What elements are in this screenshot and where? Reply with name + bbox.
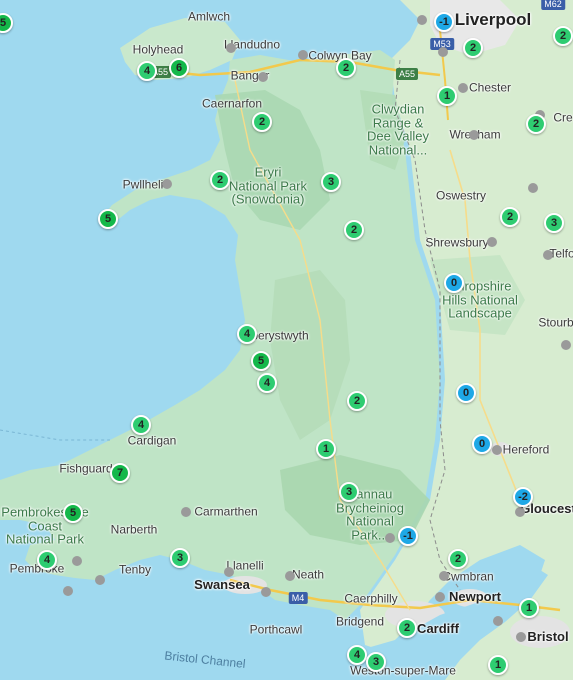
location-dot[interactable] xyxy=(435,592,445,602)
place-label-cardiff[interactable]: Cardiff xyxy=(417,622,459,636)
map-marker-liverpool[interactable]: -1 xyxy=(434,12,454,32)
place-label-caernarfon[interactable]: Caernarfon xyxy=(202,98,262,111)
place-label-weston[interactable]: Weston-super-Mare xyxy=(350,665,456,678)
place-label-holyhead[interactable]: Holyhead xyxy=(133,44,184,57)
map-marker-wirral[interactable]: 2 xyxy=(463,38,483,58)
map-marker-bala[interactable]: 2 xyxy=(344,220,364,240)
road-shield-m4: M4 xyxy=(288,592,308,604)
map-marker-bannau[interactable]: 3 xyxy=(339,482,359,502)
place-label-pembroke[interactable]: Pembroke xyxy=(10,563,65,576)
map-marker-chepstow[interactable]: 1 xyxy=(519,598,539,618)
location-dot[interactable] xyxy=(72,556,82,566)
map-marker-shrop-a[interactable]: 2 xyxy=(500,207,520,227)
location-dot[interactable] xyxy=(261,587,271,597)
map-marker-shropshire[interactable]: 0 xyxy=(444,273,464,293)
location-dot[interactable] xyxy=(181,507,191,517)
map-marker-chester[interactable]: 1 xyxy=(437,86,457,106)
map-marker-somerset[interactable]: 1 xyxy=(488,655,508,675)
map-marker-gower[interactable]: 3 xyxy=(170,548,190,568)
map-marker-pembs[interactable]: 5 xyxy=(63,503,83,523)
map-marker-builth[interactable]: 1 xyxy=(316,439,336,459)
map-marker-weston-a[interactable]: 4 xyxy=(347,645,367,665)
place-label-pwllheli[interactable]: Pwllheli xyxy=(123,179,164,192)
map-marker-ludlow[interactable]: 0 xyxy=(456,383,476,403)
location-dot[interactable] xyxy=(493,616,503,626)
location-dot[interactable] xyxy=(162,179,172,189)
place-label-fishguard[interactable]: Fishguard xyxy=(59,463,112,476)
map-marker-aber[interactable]: 4 xyxy=(237,324,257,344)
place-label-swansea[interactable]: Swansea xyxy=(194,578,250,592)
place-label-porthcawl[interactable]: Porthcawl xyxy=(250,624,303,637)
location-dot[interactable] xyxy=(385,533,395,543)
map-marker-gloucester[interactable]: -2 xyxy=(513,487,533,507)
location-dot[interactable] xyxy=(95,575,105,585)
map-marker-hereford[interactable]: 0 xyxy=(472,434,492,454)
map-marker-crewe[interactable]: 2 xyxy=(526,114,546,134)
location-dot[interactable] xyxy=(561,340,571,350)
place-label-tenby[interactable]: Tenby xyxy=(119,564,151,577)
map-marker-ne-edge[interactable]: 2 xyxy=(553,26,573,46)
place-label-chester[interactable]: Chester xyxy=(469,82,511,95)
place-label-neath[interactable]: Neath xyxy=(292,569,324,582)
location-dot[interactable] xyxy=(458,83,468,93)
location-dot[interactable] xyxy=(515,507,525,517)
location-dot[interactable] xyxy=(63,586,73,596)
location-dot[interactable] xyxy=(224,567,234,577)
location-dot[interactable] xyxy=(516,632,526,642)
road-shield-a55: A55 xyxy=(395,68,419,80)
place-label-stourb[interactable]: Stourb xyxy=(538,317,573,330)
map-marker-eryri[interactable]: 3 xyxy=(321,172,341,192)
place-label-narberth[interactable]: Narberth xyxy=(111,524,158,537)
map-marker-aber-b[interactable]: 5 xyxy=(251,351,271,371)
location-dot[interactable] xyxy=(492,445,502,455)
map-marker-aber-c[interactable]: 4 xyxy=(257,373,277,393)
location-dot[interactable] xyxy=(439,571,449,581)
location-dot[interactable] xyxy=(417,15,427,25)
location-dot[interactable] xyxy=(285,571,295,581)
place-label-newport[interactable]: Newport xyxy=(449,590,501,604)
place-label-liverpool[interactable]: Liverpool xyxy=(455,11,532,29)
map-marker-cwmbran[interactable]: 2 xyxy=(448,549,468,569)
location-dot[interactable] xyxy=(298,50,308,60)
map-marker-rhayader[interactable]: 2 xyxy=(347,391,367,411)
place-label-bristol[interactable]: Bristol xyxy=(527,630,568,644)
place-label-cwmbran[interactable]: Cwmbran xyxy=(442,571,493,584)
place-label-bridgend[interactable]: Bridgend xyxy=(336,616,384,629)
location-dot[interactable] xyxy=(528,183,538,193)
place-label-oswestry[interactable]: Oswestry xyxy=(436,190,486,203)
map-marker-weston-b[interactable]: 3 xyxy=(366,652,386,672)
location-dot[interactable] xyxy=(226,43,236,53)
map-marker-snowdon[interactable]: 2 xyxy=(252,112,272,132)
map-view[interactable]: Amlwch Holyhead Llandudno Colwyn Bay Liverpo… xyxy=(0,0,573,680)
map-marker-cardigan[interactable]: 4 xyxy=(131,415,151,435)
location-dot[interactable] xyxy=(258,72,268,82)
place-label-shrewsbury[interactable]: Shrewsbury xyxy=(425,237,488,250)
map-marker-holyhead-b[interactable]: 6 xyxy=(169,58,189,78)
place-label-eryri[interactable]: Eryri National Park (Snowdonia) xyxy=(229,165,307,207)
place-label-amlwch[interactable]: Amlwch xyxy=(188,11,230,24)
road-shield-m62: M62 xyxy=(541,0,565,10)
map-marker-telford[interactable]: 3 xyxy=(544,213,564,233)
place-label-cre[interactable]: Cre xyxy=(553,112,572,125)
place-label-clwydian[interactable]: Clwydian Range & Dee Valley National... xyxy=(367,102,429,158)
map-marker-pembroke[interactable]: 4 xyxy=(37,550,57,570)
place-label-cardigan[interactable]: Cardigan xyxy=(128,435,177,448)
place-label-caerphilly[interactable]: Caerphilly xyxy=(344,593,397,606)
location-dot[interactable] xyxy=(543,250,553,260)
location-dot[interactable] xyxy=(438,47,448,57)
map-marker-fishguard[interactable]: 7 xyxy=(110,463,130,483)
map-marker-colwyn[interactable]: 2 xyxy=(336,58,356,78)
map-marker-abergavenny[interactable]: -1 xyxy=(398,526,418,546)
map-marker-llyn[interactable]: 5 xyxy=(98,209,118,229)
map-marker-cardiff[interactable]: 2 xyxy=(397,618,417,638)
map-marker-porthmadog[interactable]: 2 xyxy=(210,170,230,190)
place-label-carmarthen[interactable]: Carmarthen xyxy=(194,506,257,519)
place-label-hereford[interactable]: Hereford xyxy=(503,444,550,457)
location-dot[interactable] xyxy=(487,237,497,247)
location-dot[interactable] xyxy=(469,130,479,140)
map-marker-holyhead-a[interactable]: 4 xyxy=(137,61,157,81)
